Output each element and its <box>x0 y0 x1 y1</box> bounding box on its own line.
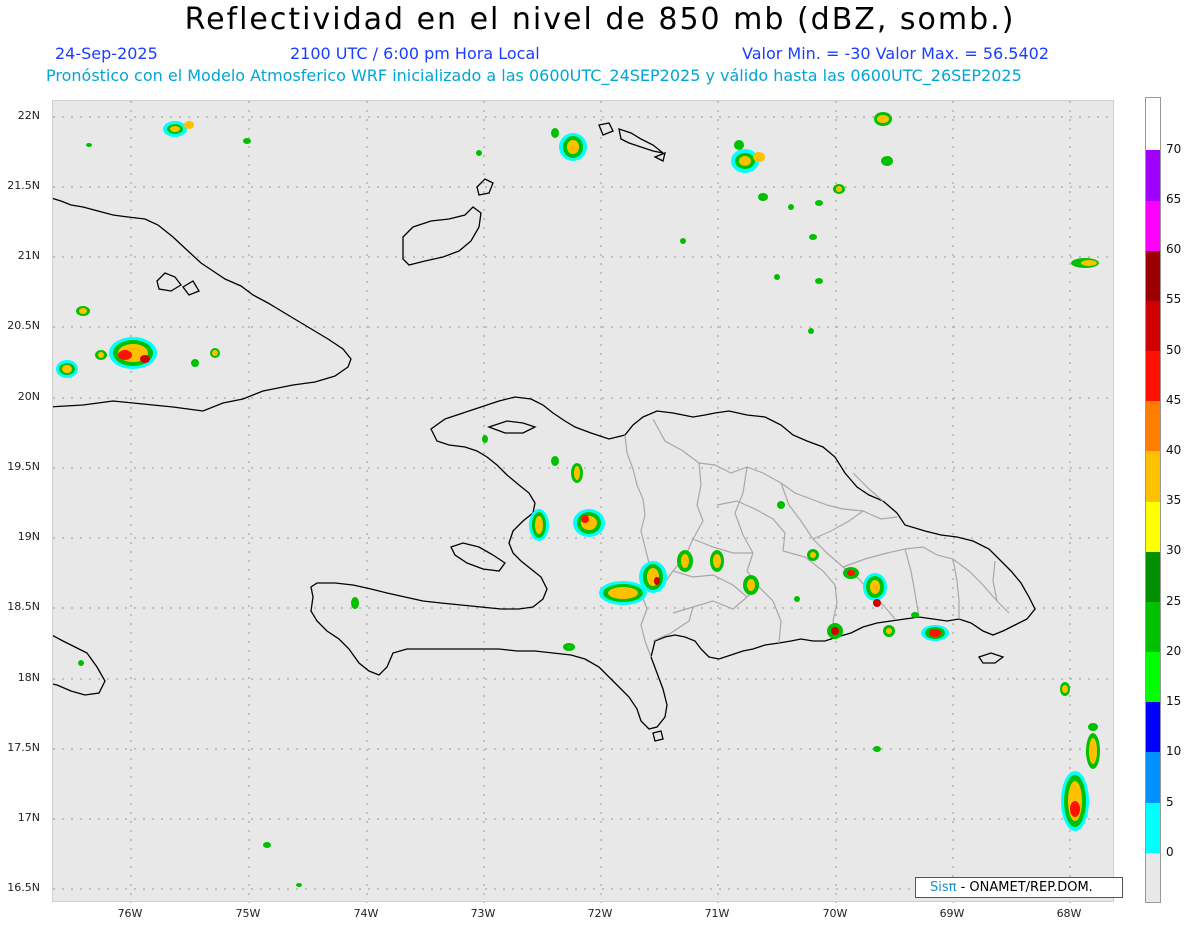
forecast-date: 24-Sep-2025 <box>55 44 158 63</box>
lat-label: 18N <box>17 671 40 684</box>
lat-label: 20N <box>17 390 40 403</box>
map-canvas <box>53 101 1115 903</box>
lat-label: 18.5N <box>7 600 40 613</box>
colorbar-swatch <box>1146 401 1160 451</box>
colorbar-label: 65 <box>1166 192 1182 206</box>
lat-label: 22N <box>17 109 40 122</box>
colorbar-swatch <box>1146 752 1160 803</box>
colorbar-swatch <box>1146 803 1160 853</box>
lat-label: 21.5N <box>7 179 40 192</box>
colorbar-swatch <box>1146 150 1160 201</box>
lat-label: 17.5N <box>7 741 40 754</box>
colorbar-label: 30 <box>1166 543 1182 557</box>
colorbar-label: 10 <box>1166 744 1182 758</box>
lon-label: 70W <box>822 907 848 920</box>
colorbar-swatch <box>1146 301 1160 351</box>
credit-text: - ONAMET/REP.DOM. <box>956 880 1093 895</box>
map-area <box>52 100 1115 903</box>
colorbar-label: 5 <box>1166 795 1174 809</box>
coastlines <box>53 122 1036 742</box>
colorbar-swatch <box>1146 451 1160 502</box>
value-range: Valor Min. = -30 Valor Max. = 56.5402 <box>742 44 1049 63</box>
colorbar-label: 0 <box>1166 845 1174 859</box>
reflectivity-echoes <box>56 112 1100 887</box>
colorbar-label: 25 <box>1166 594 1182 608</box>
colorbar-swatch <box>1146 502 1160 552</box>
colorbar-swatch <box>1146 652 1160 702</box>
colorbar-label: 60 <box>1166 242 1182 256</box>
graticule <box>53 101 1115 903</box>
model-info: Pronóstico con el Modelo Atmosferico WRF… <box>46 66 1022 85</box>
colorbar-label: 50 <box>1166 343 1182 357</box>
colorbar <box>1145 97 1161 903</box>
colorbar-swatch <box>1146 552 1160 602</box>
colorbar-label: 55 <box>1166 292 1182 306</box>
colorbar-background <box>1146 853 1160 902</box>
colorbar-label: 70 <box>1166 142 1182 156</box>
colorbar-swatch <box>1146 702 1160 752</box>
map-title: Reflectividad en el nivel de 850 mb (dBZ… <box>184 2 1016 37</box>
lat-label: 17N <box>17 811 40 824</box>
lon-label: 76W <box>117 907 143 920</box>
lon-label: 75W <box>235 907 261 920</box>
forecast-time: 2100 UTC / 6:00 pm Hora Local <box>290 44 540 63</box>
lon-label: 73W <box>470 907 496 920</box>
lat-label: 21N <box>17 249 40 262</box>
lat-label: 20.5N <box>7 319 40 332</box>
colorbar-label: 45 <box>1166 393 1182 407</box>
credit-box: Sisπ - ONAMET/REP.DOM. <box>915 877 1123 898</box>
lon-label: 74W <box>353 907 379 920</box>
colorbar-label: 40 <box>1166 443 1182 457</box>
lon-label: 68W <box>1056 907 1082 920</box>
province-borders <box>624 418 1010 658</box>
lon-label: 69W <box>939 907 965 920</box>
colorbar-swatch <box>1146 201 1160 251</box>
lon-label: 71W <box>704 907 730 920</box>
lon-label: 72W <box>587 907 613 920</box>
colorbar-swatch <box>1146 602 1160 652</box>
lat-label: 19N <box>17 530 40 543</box>
colorbar-swatch <box>1146 251 1160 301</box>
colorbar-label: 35 <box>1166 493 1182 507</box>
colorbar-swatch <box>1146 351 1160 401</box>
colorbar-label: 15 <box>1166 694 1182 708</box>
colorbar-label: 20 <box>1166 644 1182 658</box>
lat-label: 19.5N <box>7 460 40 473</box>
credit-brand: Sisπ <box>930 880 957 895</box>
lat-label: 16.5N <box>7 881 40 894</box>
